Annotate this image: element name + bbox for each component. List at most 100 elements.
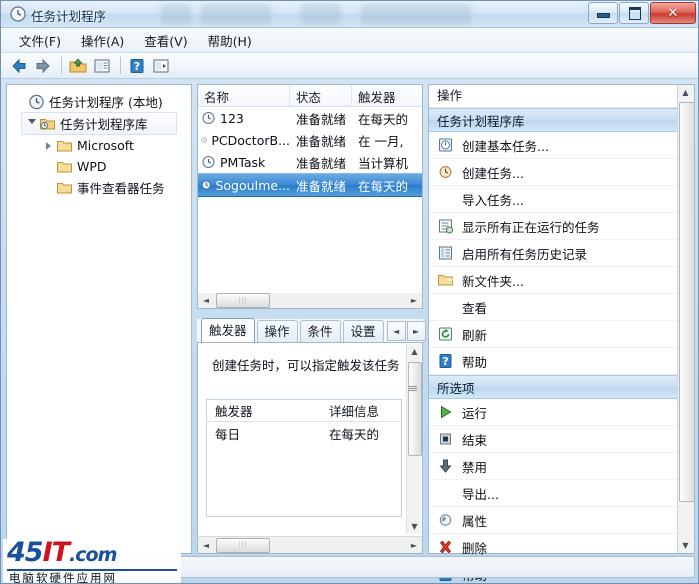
folder-icon (57, 161, 72, 172)
action-end[interactable]: 结束 (429, 426, 694, 453)
action-create-basic-task[interactable]: 创建基本任务... (429, 132, 694, 159)
table-row[interactable]: 123 准备就绪 在每天的 (198, 107, 422, 129)
close-button[interactable]: ✕ (650, 2, 696, 24)
tab-conditions[interactable]: 条件 (299, 320, 341, 342)
action-new-folder[interactable]: 新文件夹... (429, 267, 694, 294)
maximize-button[interactable] (619, 2, 649, 24)
task-list-header: 名称 状态 触发器 (198, 85, 422, 107)
action-display-running-tasks[interactable]: 显示所有正在运行的任务 (429, 213, 694, 240)
tab-scroll-left-button[interactable]: ◄ (386, 321, 406, 341)
actions-section-selected-item[interactable]: 所选项 (429, 375, 694, 399)
action-help-library[interactable]: ? 帮助 (429, 348, 694, 375)
action-label: 结束 (462, 432, 488, 448)
column-header-trigger[interactable]: 触发器 (207, 401, 325, 420)
menu-action[interactable]: 操作(A) (71, 28, 134, 53)
column-header-details[interactable]: 详细信息 (325, 401, 379, 420)
action-disable[interactable]: 禁用 (429, 453, 694, 480)
expander-open[interactable] (26, 118, 37, 129)
minimize-button[interactable] (588, 2, 618, 24)
menu-view[interactable]: 查看(V) (134, 28, 197, 53)
menu-help[interactable]: 帮助(H) (198, 28, 262, 53)
scroll-left-icon[interactable]: ◄ (198, 294, 214, 308)
scroll-up-icon[interactable]: ▲ (407, 344, 422, 359)
menu-file[interactable]: 文件(F) (9, 28, 71, 53)
column-header-status[interactable]: 状态 (290, 85, 352, 106)
tree-item-wpd[interactable]: WPD (11, 156, 187, 177)
action-label: 导入任务... (462, 192, 524, 208)
scroll-left-icon[interactable]: ◄ (198, 538, 214, 552)
action-run[interactable]: 运行 (429, 399, 694, 426)
tree-item-microsoft[interactable]: Microsoft (11, 135, 187, 156)
task-detail-pane: 触发器 操作 条件 设置 ◄ ► 创建任务时，可以指定触发该任务 触发器 详细信… (197, 318, 426, 554)
action-label: 显示所有正在运行的任务 (462, 219, 600, 235)
action-enable-all-task-history[interactable]: 启用所有任务历史记录 (429, 240, 694, 267)
expander-closed[interactable] (43, 140, 54, 151)
task-status-cell: 准备就绪 (296, 155, 347, 171)
properties-icon (439, 514, 452, 526)
minimize-icon (597, 13, 610, 18)
column-header-trigger[interactable]: 触发器 (352, 85, 422, 106)
action-label: 禁用 (462, 459, 488, 475)
scrollbar-thumb[interactable] (408, 362, 422, 456)
scrollbar-thumb[interactable]: ⦙⦙⦙ (216, 293, 270, 308)
actions-section-library[interactable]: 任务计划程序库 (429, 108, 694, 132)
action-export[interactable]: 导出... (429, 480, 694, 507)
watermark-45: 45 (7, 539, 44, 568)
scroll-up-icon[interactable]: ▲ (678, 85, 693, 100)
list-item[interactable]: 每日 在每天的 (207, 422, 401, 444)
task-scheduler-window: 任务计划程序 ✕ 文件(F) 操作(A) 查看(V) 帮助(H) ? 任务计划程… (0, 0, 699, 584)
table-row[interactable]: PCDoctorB... 准备就绪 在 一月, (198, 129, 422, 151)
show-pane-button[interactable] (150, 55, 172, 77)
maximize-icon (629, 7, 641, 20)
trigger-list: 触发器 详细信息 每日 在每天的 (206, 399, 402, 517)
scrollbar-thumb[interactable]: ⦙⦙⦙ (216, 537, 270, 553)
scrollbar-grip (409, 386, 417, 392)
tree-item-task-scheduler-library[interactable]: 任务计划程序库 (21, 112, 177, 135)
task-list-horizontal-scrollbar[interactable]: ◄ ⦙⦙⦙ ► (197, 293, 423, 309)
expander-none (15, 96, 26, 107)
action-label: 运行 (462, 405, 488, 421)
action-import-task[interactable]: 导入任务... (429, 186, 694, 213)
task-name-label: PCDoctorB... (211, 132, 290, 148)
column-header-name[interactable]: 名称 (198, 85, 290, 106)
scroll-right-icon[interactable]: ► (406, 538, 422, 552)
forward-button[interactable] (32, 55, 54, 77)
trigger-list-header: 触发器 详细信息 (207, 400, 401, 422)
up-folder-button[interactable] (67, 55, 89, 77)
scroll-right-icon[interactable]: ► (406, 294, 422, 308)
new-task-icon (439, 166, 452, 178)
tab-actions[interactable]: 操作 (256, 320, 298, 342)
detail-horizontal-scrollbar[interactable]: ◄ ⦙⦙⦙ ► (198, 536, 422, 553)
expander-none (43, 161, 54, 172)
table-row[interactable]: PMTask 准备就绪 当计算机 (198, 151, 422, 173)
tab-scroll-right-button[interactable]: ► (406, 321, 426, 341)
help-button[interactable]: ? (126, 55, 148, 77)
properties-button[interactable] (91, 55, 113, 77)
forward-icon (36, 58, 50, 73)
task-name-label: 123 (220, 110, 244, 126)
action-view[interactable]: 查看 (429, 294, 694, 321)
task-trigger-cell: 当计算机 (358, 155, 409, 171)
scroll-down-icon[interactable]: ▼ (407, 519, 422, 534)
action-create-task[interactable]: 创建任务... (429, 159, 694, 186)
tree-item-task-scheduler-local[interactable]: 任务计划程序 (本地) (11, 91, 187, 112)
tab-settings[interactable]: 设置 (342, 320, 384, 342)
run-icon (441, 405, 452, 419)
running-tasks-icon (439, 219, 453, 234)
back-icon (12, 58, 26, 73)
back-button[interactable] (8, 55, 30, 77)
tab-triggers[interactable]: 触发器 (201, 318, 255, 342)
table-row[interactable]: SogouIme... 准备就绪 在每天的 (198, 173, 422, 197)
action-properties[interactable]: 属性 (429, 507, 694, 534)
action-label: 启用所有任务历史记录 (462, 246, 588, 262)
tree-item-event-viewer-tasks[interactable]: 事件查看器任务 (11, 177, 187, 198)
action-label: 查看 (462, 300, 488, 316)
scrollbar-thumb[interactable] (679, 102, 695, 502)
action-refresh[interactable]: 刷新 (429, 321, 694, 348)
actions-vertical-scrollbar[interactable]: ▲ ▼ (677, 85, 695, 553)
task-trigger-cell: 在每天的 (358, 178, 409, 194)
detail-vertical-scrollbar[interactable]: ▲ ▼ (406, 344, 422, 534)
detail-tabstrip: 触发器 操作 条件 设置 ◄ ► (197, 318, 426, 343)
scroll-down-icon[interactable]: ▼ (678, 538, 693, 553)
action-label: 删除 (462, 540, 488, 556)
